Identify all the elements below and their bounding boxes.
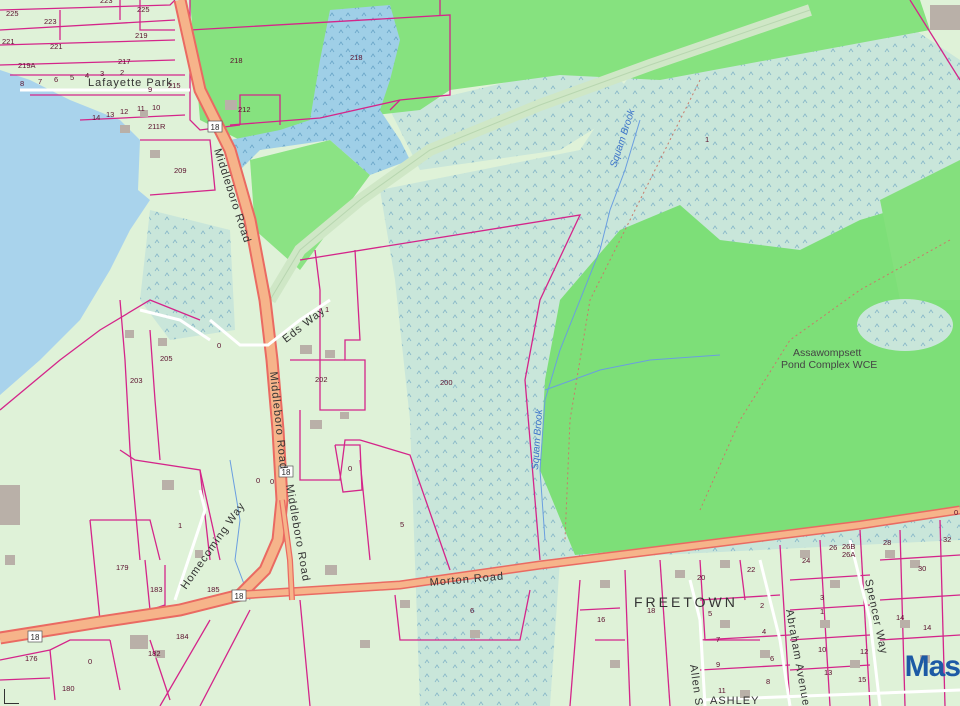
parcel-1-ne: 1 [705, 135, 709, 144]
parcel-211r: 211R [148, 122, 166, 131]
parcel-fr-8: 8 [766, 677, 770, 686]
parcel-223-a: 223 [100, 0, 113, 5]
parcel-fr-12: 12 [860, 647, 868, 656]
label-assawompsett-line2: Pond Complex WCE [781, 359, 877, 371]
parcel-202: 202 [315, 375, 328, 384]
route-shield-1: 18 [207, 120, 223, 133]
parcel-26: 26 [829, 543, 837, 552]
map-view[interactable]: 18 18 18 18 Middleboro Road Middleboro R… [0, 0, 960, 706]
parcel-200: 200 [440, 378, 453, 387]
parcel-1-eds: 1 [325, 305, 329, 314]
brand-logo: Mas [904, 650, 960, 683]
parcel-6: 6 [470, 606, 474, 615]
parcel-179: 179 [116, 563, 129, 572]
parcel-fr-3: 3 [820, 593, 824, 602]
parcel-215: 215 [168, 81, 181, 90]
parcel-fr-7: 7 [716, 635, 720, 644]
parcel-fr-5: 5 [708, 609, 712, 618]
svg-text:18: 18 [211, 123, 220, 132]
map-canvas[interactable]: 18 18 18 18 Middleboro Road Middleboro R… [0, 0, 960, 706]
parcel-28: 28 [883, 538, 891, 547]
parcel-lf-11: 11 [137, 104, 145, 113]
parcel-5: 5 [400, 520, 404, 529]
parcel-180: 180 [62, 684, 75, 693]
parcel-lf-8: 8 [20, 79, 24, 88]
parcel-0-a: 0 [217, 341, 221, 350]
parcel-0-z: 0 [954, 508, 958, 517]
parcel-fr-15: 15 [858, 675, 866, 684]
parcel-217: 217 [118, 57, 131, 66]
parcel-lf-3: 3 [100, 69, 104, 78]
parcel-219a: 219A [18, 61, 36, 70]
parcel-212: 212 [238, 105, 251, 114]
parcel-lf-10: 10 [152, 103, 160, 112]
parcel-30: 30 [918, 564, 926, 573]
parcel-218-a: 218 [230, 56, 243, 65]
parcel-205: 205 [160, 354, 173, 363]
parcel-225-a: 225 [6, 9, 19, 18]
parcel-fr-2: 2 [760, 601, 764, 610]
parcel-lf-12: 12 [120, 107, 128, 116]
parcel-16: 16 [597, 615, 605, 624]
parcel-203: 203 [130, 376, 143, 385]
parcel-14: 14 [923, 623, 931, 632]
parcel-209: 209 [174, 166, 187, 175]
parcel-22: 22 [747, 565, 755, 574]
parcel-0-b: 0 [348, 464, 352, 473]
parcel-0-e: 0 [88, 657, 92, 666]
parcel-219: 219 [135, 31, 148, 40]
parcel-218-b: 218 [350, 53, 363, 62]
parcel-lf-2: 2 [120, 68, 124, 77]
parcel-lf-4: 4 [85, 71, 89, 80]
parcel-lf-7: 7 [38, 77, 42, 86]
svg-text:18: 18 [235, 592, 244, 601]
parcel-176: 176 [25, 654, 38, 663]
parcel-184: 184 [176, 632, 189, 641]
parcel-fr-6: 6 [770, 654, 774, 663]
parcel-lf-5: 5 [70, 73, 74, 82]
parcel-fr-10: 10 [818, 645, 826, 654]
parcel-fr-11: 11 [718, 686, 726, 695]
route-shield-4: 18 [27, 630, 43, 643]
parcel-lf-14: 14 [92, 113, 100, 122]
parcel-0-c: 0 [256, 476, 260, 485]
parcel-lf-13: 13 [106, 110, 114, 119]
map-corner-marker [4, 689, 19, 704]
label-assawompsett-line1: Assawompsett [793, 347, 861, 359]
svg-text:18: 18 [31, 633, 40, 642]
parcel-0-d: 0 [270, 477, 274, 486]
parcel-32: 32 [943, 535, 951, 544]
parcel-183: 183 [150, 585, 163, 594]
parcel-26a: 26A [842, 550, 855, 559]
parcel-225-b: 225 [137, 5, 150, 14]
parcel-fr-14: 14 [896, 613, 904, 622]
parcel-18: 18 [647, 606, 655, 615]
parcel-fr-9: 9 [716, 660, 720, 669]
parcel-20: 20 [697, 573, 705, 582]
road-label-ashley: ASHLEY [710, 695, 759, 706]
road-label-lafayette-park: Lafayette Park [88, 77, 173, 89]
marsh-pocket [857, 299, 953, 351]
parcel-1-home: 1 [178, 521, 182, 530]
parcel-185: 185 [207, 585, 220, 594]
parcel-221-b: 221 [50, 42, 63, 51]
route-shield-3: 18 [231, 589, 247, 602]
parcel-fr-4: 4 [762, 627, 766, 636]
parcel-24: 24 [802, 556, 810, 565]
parcel-fr-1: 1 [820, 607, 824, 616]
parcel-182: 182 [148, 649, 161, 658]
parcel-223-b: 223 [44, 17, 57, 26]
parcel-lf-6: 6 [54, 75, 58, 84]
parcel-fr-13: 13 [824, 668, 832, 677]
parcel-221-a: 221 [2, 37, 15, 46]
